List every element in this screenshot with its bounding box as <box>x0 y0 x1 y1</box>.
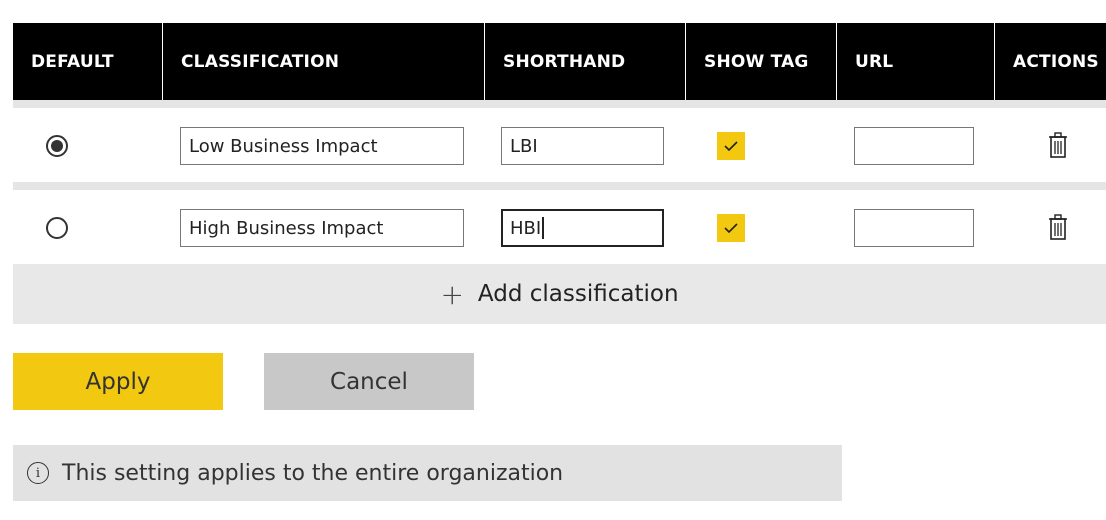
classification-value: Low Business Impact <box>189 135 378 157</box>
table-row: High Business Impact HBI <box>13 190 1106 266</box>
column-header-classification: CLASSIFICATION <box>163 23 485 100</box>
column-header-show-tag: SHOW TAG <box>686 23 837 100</box>
column-header-shorthand: SHORTHAND <box>485 23 686 100</box>
row-divider <box>13 182 1106 190</box>
shorthand-value: LBI <box>510 135 538 157</box>
classification-settings: DEFAULT CLASSIFICATION SHORTHAND SHOW TA… <box>0 0 1106 520</box>
default-radio-unselected[interactable] <box>46 217 68 239</box>
info-icon: i <box>27 462 49 484</box>
classification-input[interactable]: Low Business Impact <box>180 127 464 165</box>
column-header-default: DEFAULT <box>13 23 163 100</box>
info-text: This setting applies to the entire organ… <box>62 460 564 486</box>
cancel-button[interactable]: Cancel <box>264 353 474 410</box>
column-header-actions: ACTIONS <box>1013 51 1099 72</box>
default-radio-selected[interactable] <box>46 135 68 157</box>
text-cursor <box>542 217 544 239</box>
url-input[interactable] <box>854 209 974 247</box>
shorthand-input-focused[interactable]: HBI <box>501 209 664 247</box>
add-classification-button[interactable]: + Add classification <box>13 264 1106 324</box>
classification-value: High Business Impact <box>189 217 384 239</box>
trash-icon[interactable] <box>1046 212 1070 244</box>
show-tag-checkbox[interactable] <box>717 132 745 160</box>
apply-label: Apply <box>85 368 151 395</box>
radio-dot <box>51 140 63 152</box>
column-header-url: URL <box>837 23 995 100</box>
shorthand-value: HBI <box>510 217 542 239</box>
table-header: DEFAULT CLASSIFICATION SHORTHAND SHOW TA… <box>13 23 1106 100</box>
plus-icon: + <box>440 277 464 311</box>
checkmark-icon <box>724 141 738 152</box>
row-divider <box>13 100 1106 108</box>
info-message: i This setting applies to the entire org… <box>13 445 842 501</box>
cancel-label: Cancel <box>330 368 408 395</box>
show-tag-checkbox[interactable] <box>717 214 745 242</box>
url-input[interactable] <box>854 127 974 165</box>
shorthand-input[interactable]: LBI <box>501 127 664 165</box>
table-row: Low Business Impact LBI <box>13 108 1106 184</box>
checkmark-icon <box>724 223 738 234</box>
classification-input[interactable]: High Business Impact <box>180 209 464 247</box>
apply-button[interactable]: Apply <box>13 353 223 410</box>
trash-icon[interactable] <box>1046 130 1070 162</box>
add-classification-label: Add classification <box>477 281 679 307</box>
